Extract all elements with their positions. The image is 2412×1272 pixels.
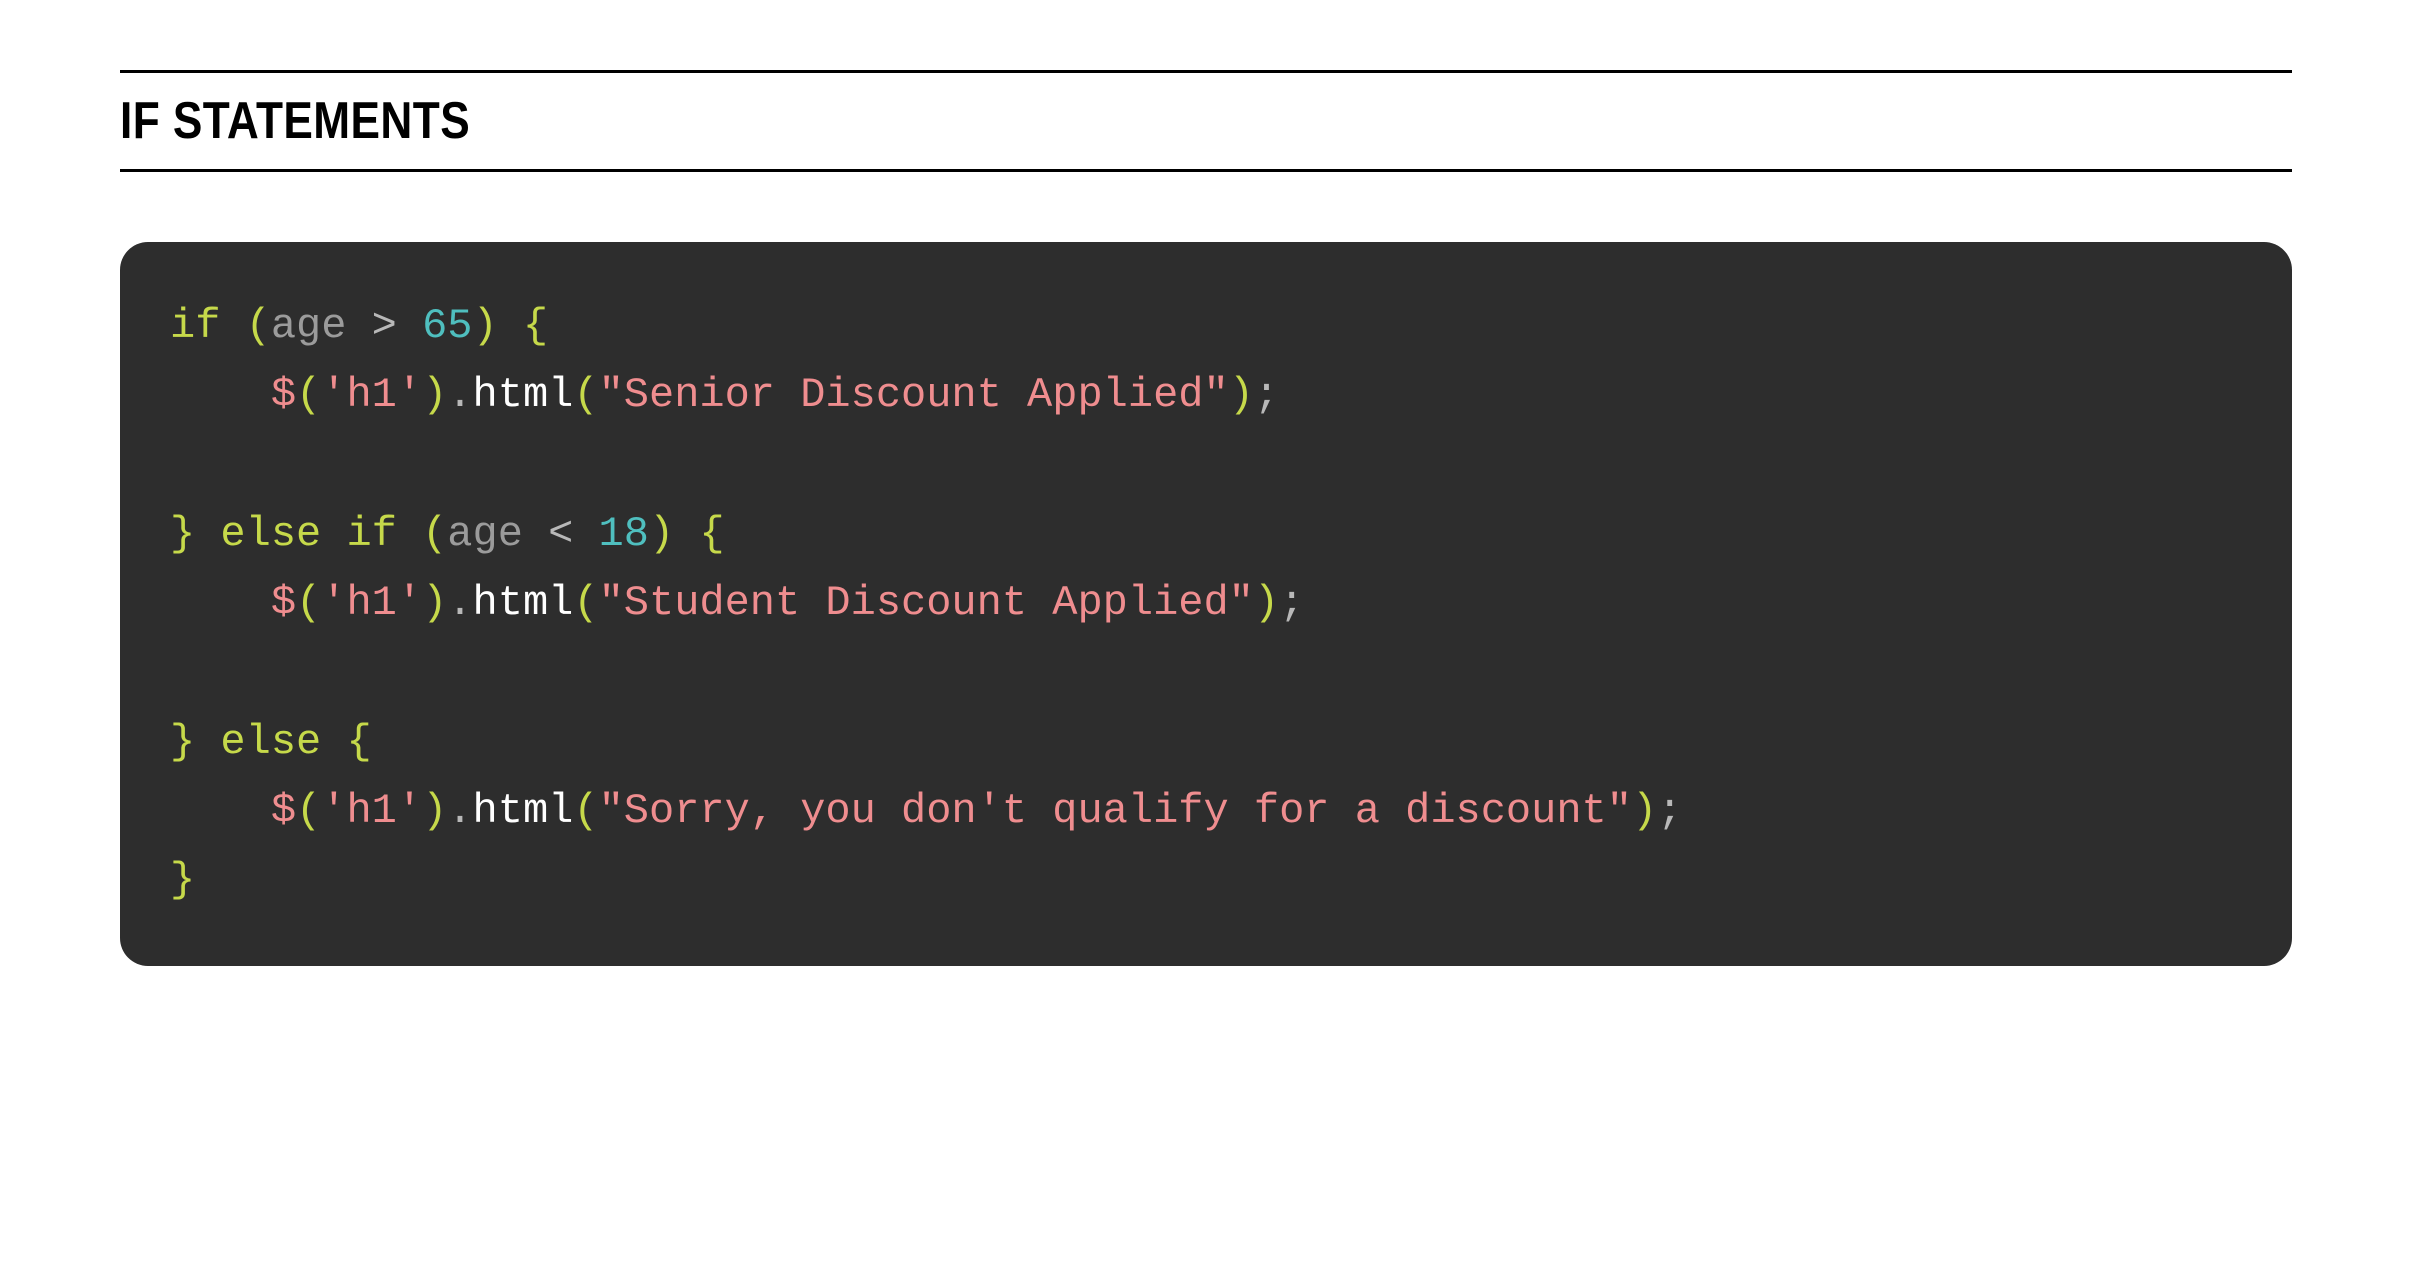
semicolon: ; — [1657, 787, 1682, 835]
paren: ( — [573, 579, 598, 627]
paren-brace: ) { — [649, 510, 725, 558]
keyword-else: else — [195, 718, 346, 766]
string-literal: "Student Discount Applied" — [599, 579, 1254, 627]
paren: ) — [1632, 787, 1657, 835]
divider-top — [120, 70, 2292, 73]
indent — [170, 579, 271, 627]
function-html: html — [473, 579, 574, 627]
paren: ) — [1229, 371, 1254, 419]
paren: ( — [296, 787, 321, 835]
code-block: if (age > 65) { $('h1').html("Senior Dis… — [120, 242, 2292, 966]
semicolon: ; — [1254, 371, 1279, 419]
divider-bottom — [120, 169, 2292, 172]
dot: . — [447, 787, 472, 835]
indent — [170, 787, 271, 835]
paren: ( — [296, 579, 321, 627]
paren: ( — [220, 302, 270, 350]
number: 18 — [599, 510, 649, 558]
paren: ) — [422, 579, 447, 627]
brace-close: } — [170, 510, 195, 558]
brace-close: } — [170, 718, 195, 766]
selector-string: 'h1' — [321, 371, 422, 419]
paren: ( — [573, 787, 598, 835]
paren: ) — [1254, 579, 1279, 627]
selector-string: 'h1' — [321, 787, 422, 835]
dot: . — [447, 371, 472, 419]
paren: ( — [296, 371, 321, 419]
function-html: html — [473, 787, 574, 835]
variable-age: age — [447, 510, 523, 558]
keyword-if: if — [170, 302, 220, 350]
string-literal: "Senior Discount Applied" — [599, 371, 1229, 419]
jquery-dollar: $ — [271, 371, 296, 419]
variable-age: age — [271, 302, 347, 350]
paren-brace: ) { — [473, 302, 549, 350]
slide-title: IF STATEMENTS — [120, 91, 1966, 151]
keyword-else: else — [195, 510, 346, 558]
dot: . — [447, 579, 472, 627]
slide-content: IF STATEMENTS if (age > 65) { $('h1').ht… — [0, 0, 2412, 966]
indent — [170, 371, 271, 419]
paren: ) — [422, 787, 447, 835]
function-html: html — [473, 371, 574, 419]
operator: < — [523, 510, 599, 558]
paren: ( — [573, 371, 598, 419]
keyword-if: if — [346, 510, 396, 558]
brace-open: { — [346, 718, 371, 766]
jquery-dollar: $ — [271, 579, 296, 627]
paren: ( — [397, 510, 447, 558]
semicolon: ; — [1279, 579, 1304, 627]
paren: ) — [422, 371, 447, 419]
jquery-dollar: $ — [271, 787, 296, 835]
operator: > — [346, 302, 422, 350]
number: 65 — [422, 302, 472, 350]
brace-close: } — [170, 856, 195, 904]
selector-string: 'h1' — [321, 579, 422, 627]
string-literal: "Sorry, you don't qualify for a discount… — [599, 787, 1632, 835]
